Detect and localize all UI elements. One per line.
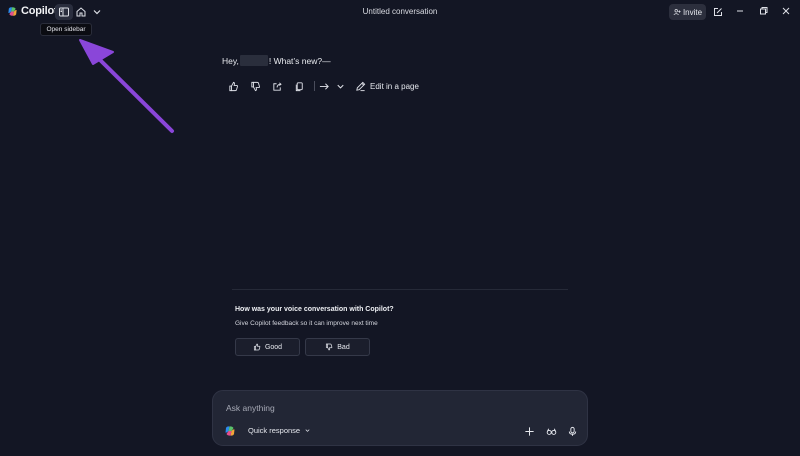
share-button[interactable] bbox=[270, 79, 284, 93]
feedback-divider bbox=[232, 289, 568, 290]
greeting-suffix: ! What’s new?— bbox=[268, 55, 331, 66]
invite-label: Invite bbox=[682, 7, 703, 17]
copy-icon bbox=[295, 81, 303, 91]
edit-page-icon bbox=[356, 81, 366, 91]
thumbs-up-icon bbox=[228, 81, 238, 91]
dislike-button[interactable] bbox=[248, 79, 262, 93]
invite-icon bbox=[673, 9, 681, 16]
redacted-name bbox=[239, 55, 268, 66]
minimize-button[interactable] bbox=[731, 3, 749, 19]
edit-in-page-button[interactable]: Edit in a page bbox=[355, 81, 419, 92]
thumbs-down-icon bbox=[326, 343, 333, 351]
title-bar: Copilot Untitled conversation Invite bbox=[0, 0, 800, 26]
response-mode-select[interactable]: Quick response bbox=[248, 426, 311, 435]
invite-button[interactable]: Invite bbox=[669, 4, 706, 20]
minimize-icon bbox=[737, 10, 743, 12]
feedback-bad-button[interactable]: Bad bbox=[305, 338, 370, 356]
export-button[interactable] bbox=[317, 79, 331, 93]
maximize-button[interactable] bbox=[754, 3, 772, 19]
response-mode-label: Quick response bbox=[248, 426, 301, 435]
thumbs-up-icon bbox=[253, 343, 261, 351]
mic-icon bbox=[568, 426, 576, 436]
greeting-prefix: Hey, bbox=[222, 55, 239, 66]
copilot-logo-icon bbox=[225, 426, 235, 436]
annotation-arrow bbox=[79, 39, 174, 133]
like-button[interactable] bbox=[226, 79, 240, 93]
feedback-bad-label: Bad bbox=[337, 343, 350, 351]
chevron-down-icon bbox=[305, 429, 310, 432]
ask-anything-input[interactable] bbox=[226, 401, 566, 415]
edit-in-page-label: Edit in a page bbox=[370, 81, 419, 91]
new-chat-button[interactable] bbox=[709, 4, 727, 20]
close-icon bbox=[782, 7, 790, 15]
assistant-message: Hey, ! What’s new?— bbox=[222, 55, 331, 66]
export-options-button[interactable] bbox=[333, 79, 347, 93]
add-attachment-button[interactable] bbox=[522, 424, 536, 438]
feedback-good-label: Good bbox=[264, 343, 283, 351]
vision-icon bbox=[546, 428, 556, 435]
feedback-title: How was your voice conversation with Cop… bbox=[235, 306, 394, 313]
thumbs-down-icon bbox=[250, 81, 260, 91]
copy-button[interactable] bbox=[292, 79, 306, 93]
maximize-icon bbox=[760, 7, 768, 15]
share-icon bbox=[272, 81, 282, 91]
chevron-down-icon bbox=[336, 84, 344, 89]
feedback-good-button[interactable]: Good bbox=[235, 338, 300, 356]
message-actions: Edit in a page bbox=[226, 79, 419, 93]
actions-separator bbox=[314, 81, 315, 91]
plus-icon bbox=[524, 426, 534, 436]
new-chat-icon bbox=[714, 8, 722, 16]
open-sidebar-tooltip: Open sidebar bbox=[40, 23, 92, 36]
vision-button[interactable] bbox=[544, 424, 558, 438]
close-button[interactable] bbox=[777, 3, 795, 19]
export-icon bbox=[319, 82, 329, 90]
microphone-button[interactable] bbox=[565, 424, 579, 438]
composer: Quick response bbox=[212, 390, 588, 446]
feedback-subtitle: Give Copilot feedback so it can improve … bbox=[235, 320, 378, 327]
